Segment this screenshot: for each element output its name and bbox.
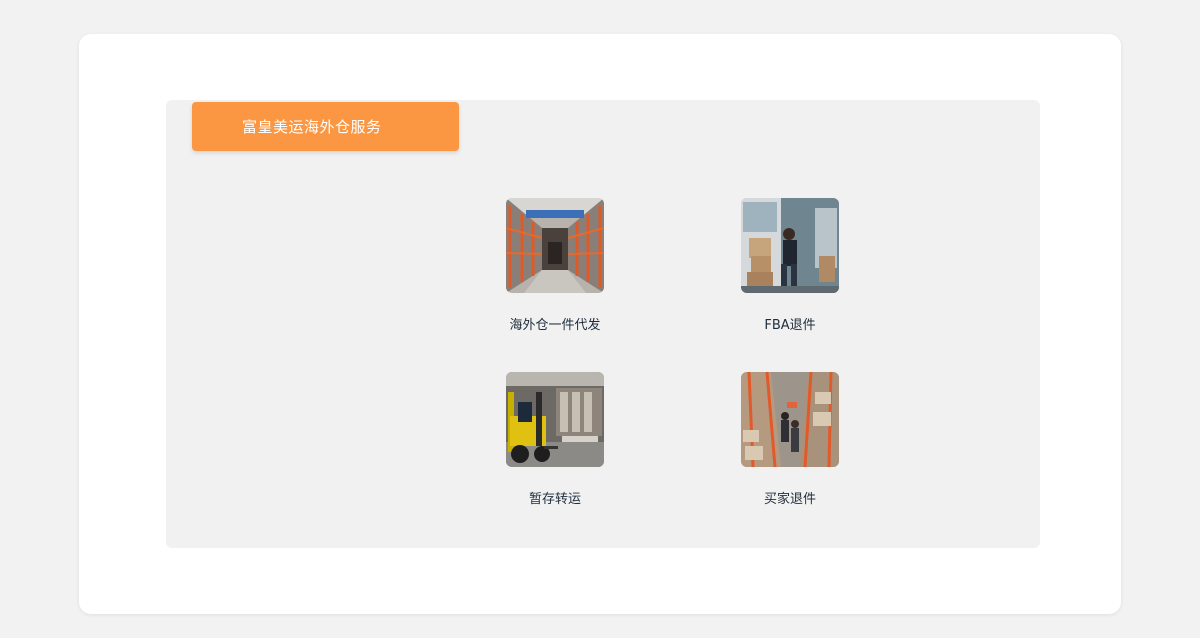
service-temporary-storage[interactable]: 暂存转运 xyxy=(475,372,635,507)
forklift-photo xyxy=(506,372,604,467)
service-buyer-returns[interactable]: 买家退件 xyxy=(710,372,870,507)
services-title: 富皇美运海外仓服务 xyxy=(242,118,382,136)
service-label: FBA退件 xyxy=(764,318,816,333)
warehouse-aisle-photo xyxy=(506,198,604,293)
service-label: 买家退件 xyxy=(763,492,816,507)
service-label: 海外仓一件代发 xyxy=(509,318,601,333)
service-overseas-fulfillment[interactable]: 海外仓一件代发 xyxy=(475,198,635,333)
warehouse-workers-photo xyxy=(741,372,839,467)
services-title-banner: 富皇美运海外仓服务 xyxy=(192,102,459,151)
service-label: 暂存转运 xyxy=(528,492,581,507)
service-fba-returns[interactable]: FBA退件 xyxy=(710,198,870,333)
delivery-van-photo xyxy=(741,198,839,293)
main-card: 富皇美运海外仓服务 海外仓一件代发 FBA退件 暂存转运 买家退件 xyxy=(79,34,1121,614)
services-panel: 富皇美运海外仓服务 海外仓一件代发 FBA退件 暂存转运 买家退件 xyxy=(166,100,1040,548)
